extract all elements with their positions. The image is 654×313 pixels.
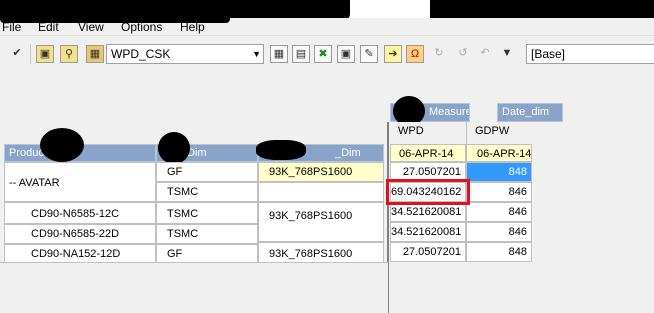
excel-icon[interactable]: ✖ (314, 45, 332, 63)
search-icon[interactable]: ⚲ (60, 45, 78, 63)
edit-icon[interactable]: ✎ (360, 45, 378, 63)
toolbar-separator (30, 44, 31, 64)
base-value: [Base] (531, 47, 566, 61)
arrow-right-icon[interactable]: ➔ (384, 45, 402, 63)
cell-gdpw[interactable]: 846 (466, 202, 532, 222)
toolbar: ✔ ▣ ⚲ ▦ WPD_CSK ▼ ▦ ▤ ✖ ▣ ✎ ➔ Ω ↻ ↺ ↶ ▼ … (0, 36, 654, 72)
cell-gdpw[interactable]: 846 (466, 222, 532, 242)
date-dim-label: Date_dim (502, 106, 550, 118)
table-icon[interactable]: ▤ (292, 45, 310, 63)
row-header-product[interactable]: -- AVATAR (4, 162, 156, 202)
redaction-mark (158, 132, 190, 164)
undo-all-icon[interactable]: ↶ (476, 45, 494, 63)
row-header-foundry[interactable]: GF (156, 162, 258, 182)
formula-icon[interactable]: Ω (406, 45, 424, 63)
check-icon[interactable]: ✔ (8, 45, 26, 63)
save-icon[interactable]: ▣ (36, 45, 54, 63)
row-header-product[interactable]: CD90-N6585-22D (4, 224, 156, 244)
cell-gdpw-selected[interactable]: 848 (466, 162, 532, 182)
cell-gdpw[interactable]: 846 (466, 182, 532, 202)
layout-icon[interactable]: ▣ (337, 45, 355, 63)
chevron-down-icon: ▼ (252, 49, 261, 59)
redaction-mark (256, 140, 306, 160)
row-header-foundry[interactable]: TSMC (156, 202, 258, 224)
cell-wpd[interactable]: 34.521620081 (390, 202, 466, 222)
product-label: Produc (9, 147, 44, 159)
col-header-date-1[interactable]: 06-APR-14 (390, 144, 466, 162)
highlight-box (386, 179, 470, 205)
folder-icon[interactable]: ▼ (498, 45, 516, 63)
redaction-mark (430, 0, 654, 18)
column-dim-date[interactable]: Date_dim (497, 103, 563, 122)
empty-row-area (0, 262, 388, 313)
col-header-gdpw[interactable]: GDPW (466, 122, 532, 144)
row-header-foundry[interactable]: GF (156, 244, 258, 264)
selection-combo[interactable]: WPD_CSK ▼ (106, 44, 264, 64)
cell-gdpw[interactable]: 848 (466, 242, 532, 262)
capacity-label: _Dim (335, 147, 361, 159)
redo-icon[interactable]: ↻ (430, 45, 448, 63)
row-header-product[interactable]: CD90-N6585-12C (4, 202, 156, 224)
redaction-mark (40, 128, 84, 162)
row-header-foundry[interactable]: TSMC (156, 224, 258, 244)
selection-icon: ▦ (86, 45, 104, 63)
row-header-capacity[interactable]: 93K_768PS1600 (258, 242, 384, 264)
base-combo[interactable]: [Base] (526, 44, 654, 64)
calculator-icon[interactable]: ▦ (270, 45, 288, 63)
row-header-capacity[interactable] (258, 182, 384, 202)
cell-wpd[interactable]: 34.521620081 (390, 222, 466, 242)
selection-value: WPD_CSK (111, 47, 171, 61)
redaction-mark (0, 14, 230, 23)
row-header-product[interactable]: CD90-NA152-12D (4, 244, 156, 264)
measure-label: Measure (429, 106, 470, 118)
col-header-date-2[interactable]: 06-APR-14 (466, 144, 532, 162)
col-header-wpd[interactable]: WPD (390, 122, 466, 144)
row-header-capacity[interactable]: 93K_768PS1600 (258, 162, 384, 182)
cell-wpd[interactable]: 27.0507201 (390, 242, 466, 262)
undo-icon[interactable]: ↺ (454, 45, 472, 63)
row-header-capacity[interactable]: 93K_768PS1600 (258, 202, 384, 242)
row-header-foundry[interactable]: TSMC (156, 182, 258, 202)
